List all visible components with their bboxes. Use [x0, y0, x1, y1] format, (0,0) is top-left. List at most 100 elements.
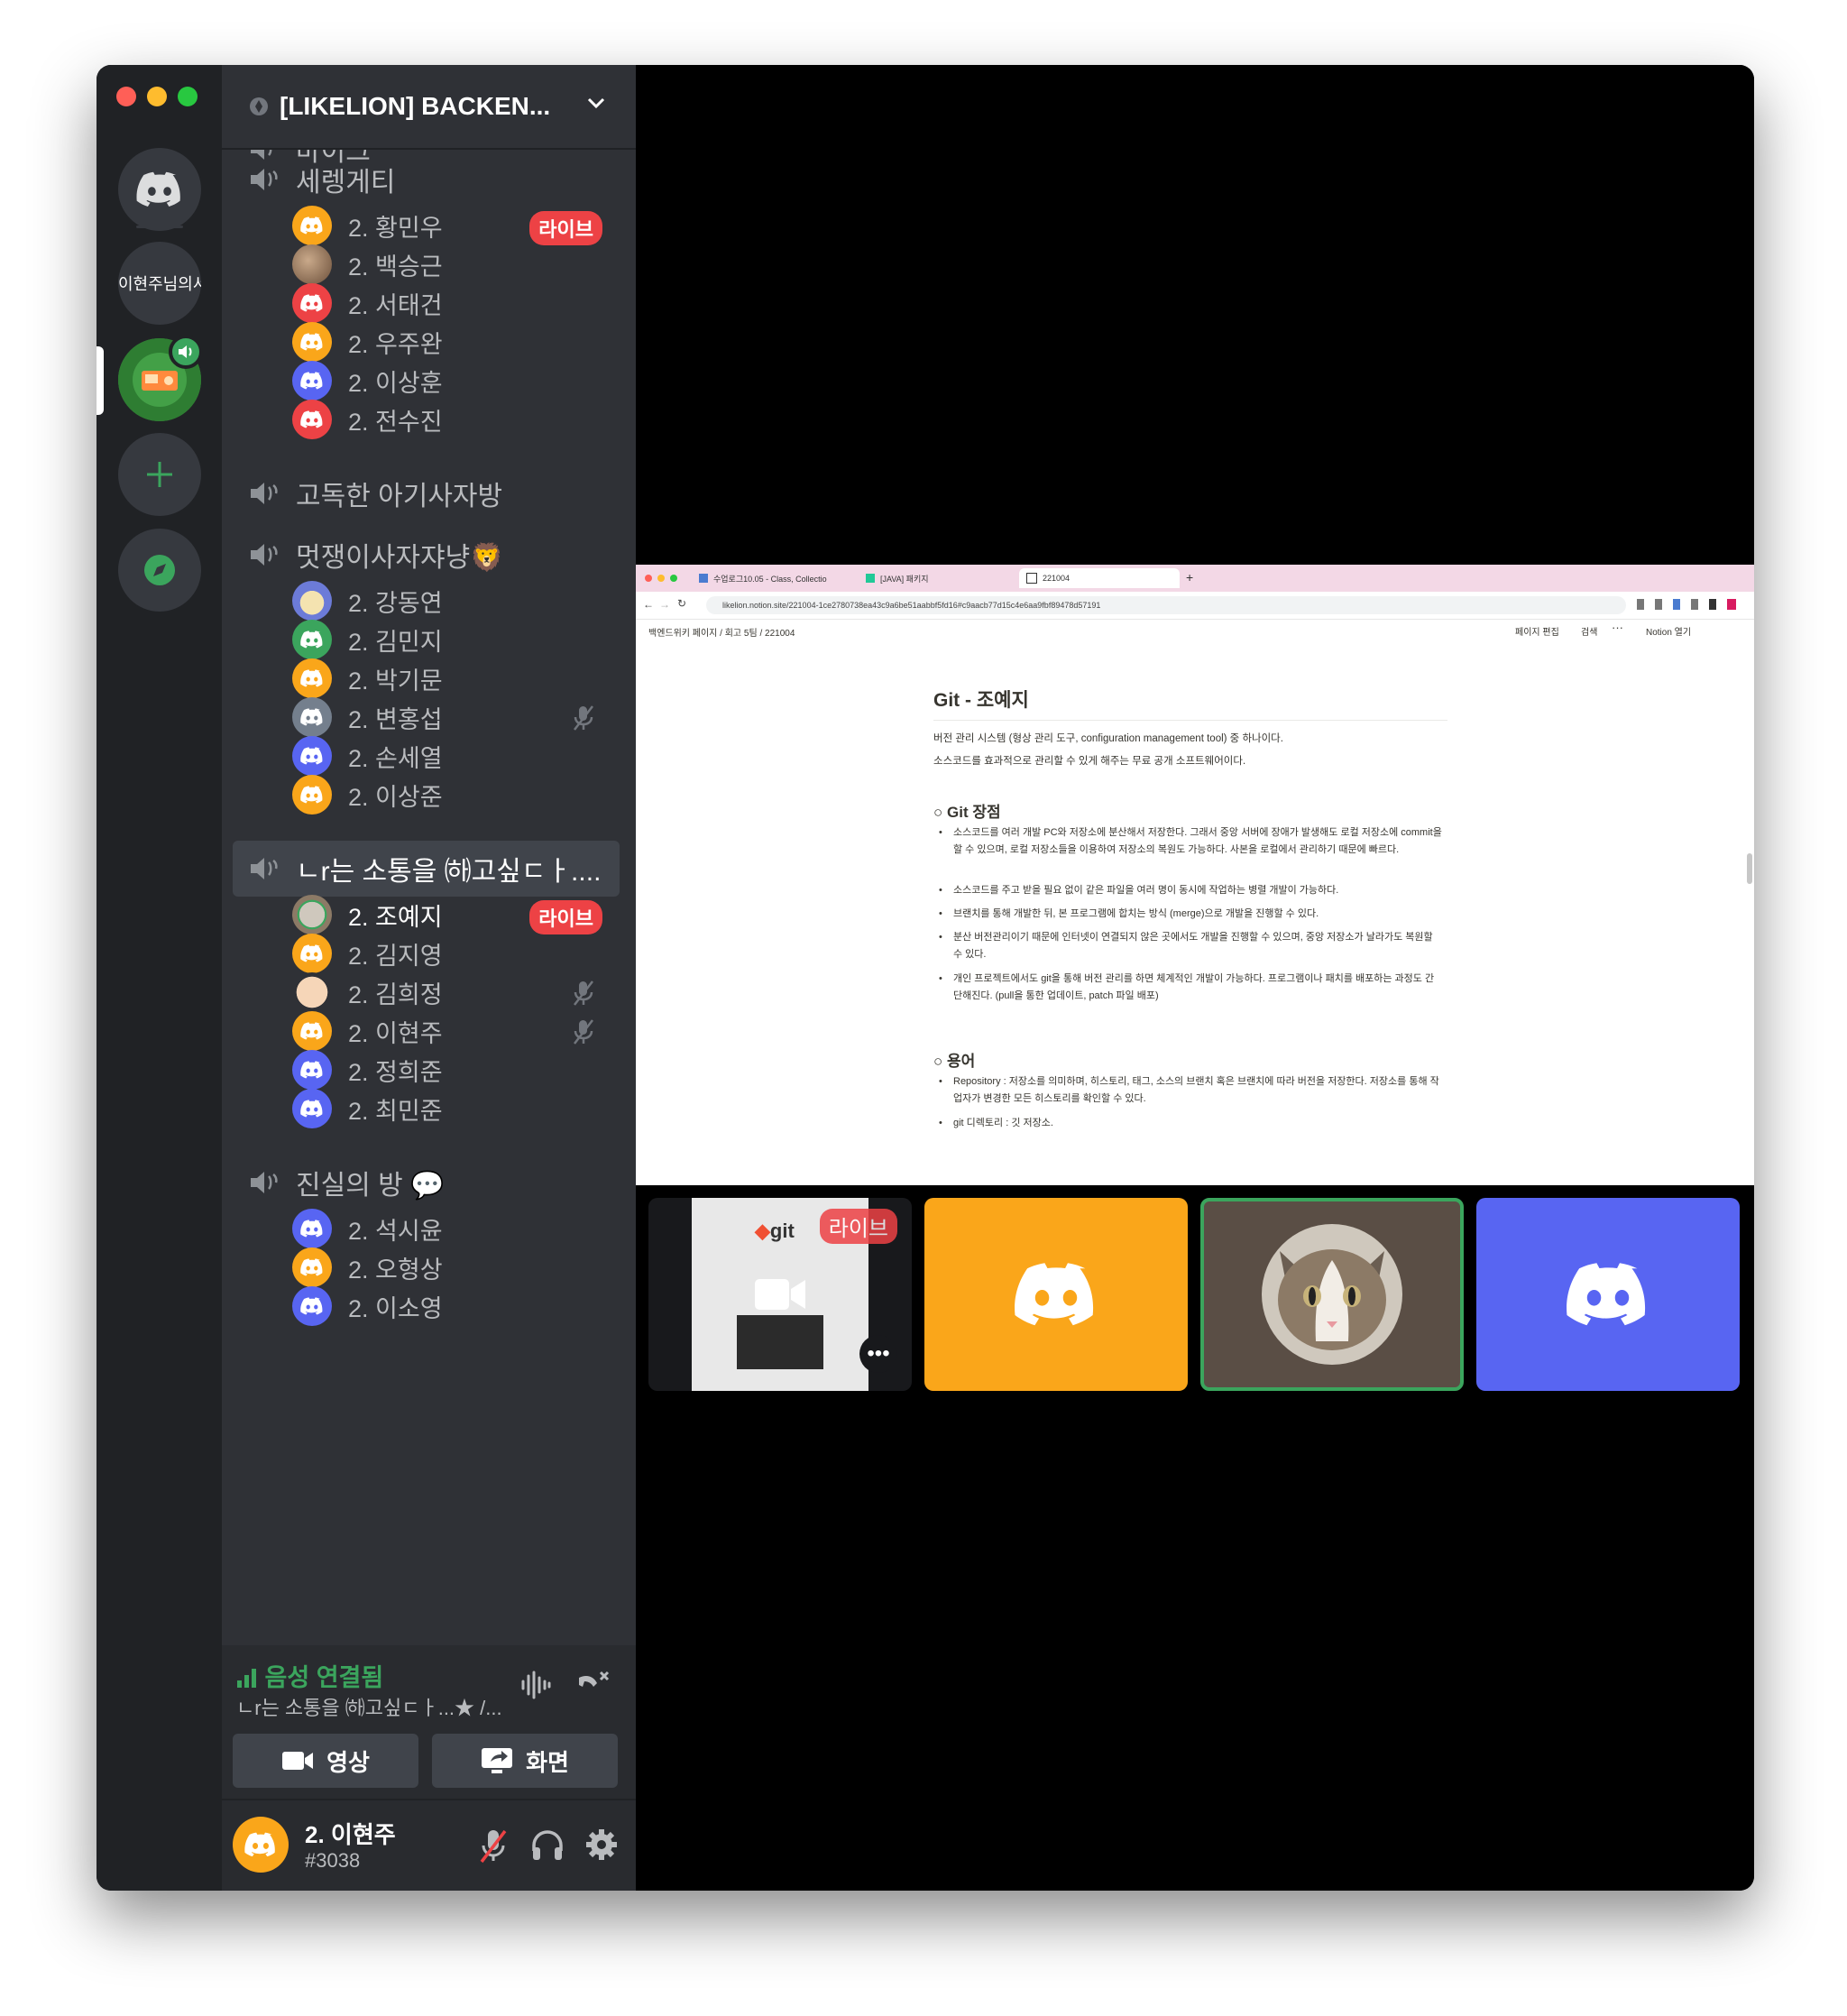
noise-suppression-icon[interactable]: [519, 1671, 552, 1699]
add-server-button[interactable]: [118, 433, 201, 516]
address-bar[interactable]: likelion.notion.site/221004-1ce2780738ea…: [706, 596, 1626, 614]
speaker-icon: [249, 852, 283, 885]
section-heading: ○ 용어: [933, 1048, 975, 1071]
speaker-icon: [249, 1166, 283, 1199]
title-divider: [933, 720, 1447, 721]
voice-channel[interactable]: 세렝게티: [233, 152, 620, 207]
voice-user[interactable]: 2. 이소영: [292, 1283, 617, 1330]
user-name: 2. 이소영: [348, 1294, 443, 1322]
signal-strength-icon: [237, 1669, 256, 1688]
velog-tab-icon: [866, 574, 875, 583]
new-tab-plus-icon[interactable]: +: [1186, 570, 1193, 585]
page-scrollbar[interactable]: [1747, 853, 1752, 884]
browser-min-dot: [657, 575, 665, 582]
screen-share-button[interactable]: 화면: [432, 1734, 618, 1788]
more-options-icon[interactable]: ···: [1612, 621, 1623, 634]
selected-server-indicator: [96, 346, 104, 415]
breadcrumb-item[interactable]: 회고 5팀: [725, 629, 758, 639]
user-name: 2. 이상준: [348, 783, 443, 811]
close-window-button[interactable]: [116, 87, 136, 106]
open-notion-button[interactable]: Notion 열기: [1646, 624, 1691, 638]
user-avatar: [292, 1011, 332, 1051]
browser-tab-3[interactable]: 221004: [1019, 568, 1180, 588]
voice-user[interactable]: 2. 이상준: [292, 771, 617, 818]
disconnect-icon[interactable]: [575, 1669, 611, 1701]
discord-logo-icon: [300, 1258, 323, 1276]
user-avatar: [292, 1209, 332, 1248]
guild-header[interactable]: [LIKELION] BACKEN...: [222, 65, 636, 150]
participant-tile-blurple[interactable]: [1476, 1198, 1740, 1391]
voice-channel[interactable]: 진실의 방 💬: [233, 1155, 620, 1211]
discord-logo-icon: [1015, 1263, 1094, 1326]
explore-servers-button[interactable]: [118, 529, 201, 612]
channel-sidebar: [LIKELION] BACKEN... 마이크 세렝게티 2. 황민우 라이브 2.…: [222, 65, 636, 1891]
voice-channel[interactable]: 멋쟁이사자쟈냥🦁: [233, 527, 620, 583]
discord-logo-icon: [300, 944, 323, 962]
voice-channel[interactable]: ㄴr는 소통을 ㈛고싶ㄷㅏ....: [233, 841, 620, 897]
voice-channel-list: 마이크 세렝게티 2. 황민우 라이브 2. 백승근 2. 서태건 2. 우주완 2. 이상…: [222, 148, 636, 1717]
user-name: 2. 백승근: [348, 253, 443, 281]
screen-share-stream[interactable]: 수업로그10.05 - Class, Collectio [JAVA] 패키지 …: [636, 565, 1754, 1185]
back-arrow-icon[interactable]: ←: [643, 598, 654, 611]
browser-tab-label: [JAVA] 패키지: [880, 574, 929, 584]
bullet-item: git 디렉토리 : 깃 저장소.: [933, 1115, 1443, 1132]
settings-gear-icon[interactable]: [584, 1827, 619, 1862]
zoom-window-button[interactable]: [178, 87, 198, 106]
discord-window: 이현주님의서 [LIKELION] BACKEN... 마이크 세렝게티 2. …: [96, 65, 1754, 1891]
circle-bullet-icon: ○: [933, 1053, 947, 1070]
speaker-icon: [249, 163, 283, 196]
discord-logo-icon: [300, 708, 323, 726]
user-name: 2. 이상훈: [348, 369, 443, 397]
home-button[interactable]: [118, 148, 201, 231]
server-icon-likelion[interactable]: [118, 335, 203, 421]
voice-channel-name: ㄴr는 소통을 ㈛고싶ㄷㅏ....: [296, 857, 602, 887]
mic-muted-icon: [572, 1018, 595, 1050]
voice-user[interactable]: 2. 전수진: [292, 396, 617, 443]
stream-preview-tile[interactable]: ◆git 라이브 •••: [648, 1198, 912, 1391]
bullet-item: 소스코드를 주고 받을 필요 없이 같은 파일을 여러 명이 동시에 작업하는 …: [933, 882, 1443, 899]
extensions-icons[interactable]: [1637, 599, 1745, 610]
user-panel-avatar[interactable]: [233, 1817, 289, 1873]
voice-channel[interactable]: 고독한 아기사자방: [233, 465, 620, 521]
user-name: 2. 전수진: [348, 408, 443, 436]
user-name: 2. 김민지: [348, 628, 443, 656]
more-options-button[interactable]: •••: [859, 1335, 897, 1373]
minimize-window-button[interactable]: [147, 87, 167, 106]
server-icon-text[interactable]: 이현주님의서: [118, 242, 201, 325]
video-button[interactable]: 영상: [233, 1734, 418, 1788]
search-button[interactable]: 검색: [1581, 624, 1597, 638]
user-panel: 2. 이현주 #3038: [222, 1799, 636, 1891]
voice-channel-name: 멋쟁이사자쟈냥🦁: [296, 543, 504, 573]
reload-icon[interactable]: ↻: [677, 597, 686, 610]
mic-muted-icon[interactable]: [478, 1827, 509, 1864]
user-name: 2. 황민우: [348, 214, 443, 242]
browser-tab-1[interactable]: 수업로그10.05 - Class, Collectio: [699, 568, 843, 588]
breadcrumb-item[interactable]: 221004: [765, 629, 795, 639]
voice-channel-link[interactable]: ㄴr는 소통을 ㈛고싶ㄷㅏ...★ /...: [236, 1692, 502, 1721]
user-avatar: [292, 972, 332, 1012]
video-button-label: 영상: [326, 1748, 370, 1776]
participant-tile-speaking[interactable]: [1200, 1198, 1464, 1391]
user-avatar: [292, 283, 332, 323]
discord-logo-icon: [300, 786, 323, 804]
video-camera-icon: [755, 1279, 805, 1310]
user-avatar: [292, 620, 332, 659]
discord-logo-icon: [300, 747, 323, 765]
user-avatar: [292, 697, 332, 737]
participant-tile-orange[interactable]: [924, 1198, 1188, 1391]
headphones-icon[interactable]: [530, 1827, 565, 1862]
user-name: 2. 이현주: [348, 1019, 443, 1047]
breadcrumb-item[interactable]: 백엔드위키 페이지: [648, 629, 717, 639]
user-avatar: [292, 1050, 332, 1090]
edit-page-button[interactable]: 페이지 편집: [1515, 624, 1559, 638]
voice-user[interactable]: 2. 최민준: [292, 1085, 617, 1132]
chevron-down-icon[interactable]: [584, 90, 609, 115]
forward-arrow-icon[interactable]: →: [659, 598, 670, 611]
browser-close-dot: [645, 575, 652, 582]
speaker-badge-icon: [169, 335, 203, 369]
section-heading-text: 용어: [947, 1053, 976, 1070]
discord-logo-icon: [300, 216, 323, 235]
browser-tab-2[interactable]: [JAVA] 패키지: [866, 568, 1010, 588]
speaker-icon: [249, 539, 283, 571]
discord-logo-icon: [300, 1061, 323, 1079]
